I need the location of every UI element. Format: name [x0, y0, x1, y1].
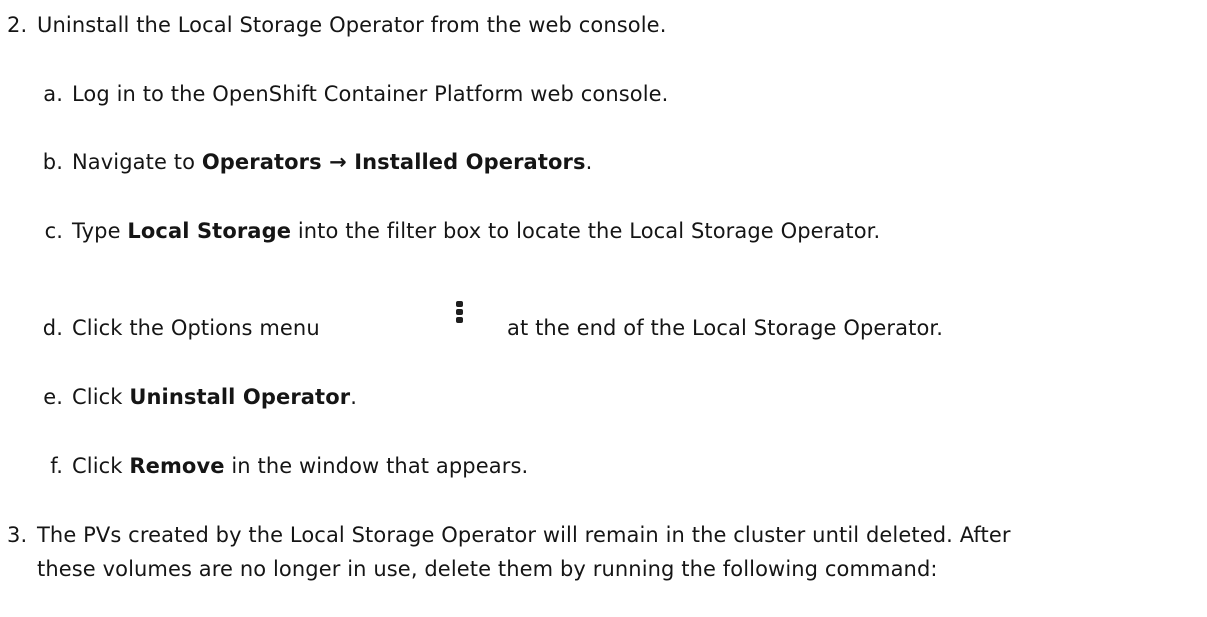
- substep-text-post: into the filter box to locate the Local …: [291, 219, 881, 243]
- substep-letter: a.: [43, 82, 63, 106]
- substep-text-pre: Navigate to: [72, 150, 202, 174]
- step-text-line-2: these volumes are no longer in use, dele…: [37, 557, 938, 581]
- substep-c: c. Type Local Storage into the filter box…: [36, 219, 881, 243]
- substep-d-continued: at the end of the Local Storage Operator…: [507, 318, 943, 339]
- substep-text-pre: Type: [72, 219, 128, 243]
- documentation-steps: 2. Uninstall the Local Storage Operator f…: [0, 0, 1207, 617]
- substep-text: Log in to the OpenShift Container Platfo…: [72, 82, 669, 106]
- step-number: 2.: [7, 13, 28, 37]
- step-text: Uninstall the Local Storage Operator fro…: [37, 13, 667, 37]
- substep-a: a. Log in to the OpenShift Container Plat…: [36, 84, 668, 105]
- substep-text-pre: Click: [72, 385, 130, 409]
- substep-f: f. Click Remove in the window that appear…: [36, 456, 528, 477]
- step-text-line-1: The PVs created by the Local Storage Ope…: [37, 523, 1011, 547]
- substep-e: e. Click Uninstall Operator.: [36, 387, 357, 408]
- menu-path: Operators → Installed Operators: [201, 150, 586, 174]
- substep-text-post: at the end of the Local Storage Operator…: [507, 316, 943, 340]
- substep-letter: d.: [42, 316, 63, 340]
- substep-text-post: .: [585, 150, 593, 174]
- step-2: 2. Uninstall the Local Storage Operator f…: [7, 15, 666, 36]
- step-3: 3. The PVs created by the Local Storage O…: [7, 525, 1011, 546]
- substep-d: d. Click the Options menu: [36, 318, 320, 339]
- substep-letter: b.: [42, 150, 63, 174]
- step-number: 3.: [7, 523, 28, 547]
- substep-text-post: in the window that appears.: [224, 454, 529, 478]
- substep-b: b. Navigate to Operators → Installed Oper…: [36, 152, 592, 173]
- step-3-continued: these volumes are no longer in use, dele…: [37, 559, 938, 580]
- remove-action: Remove: [129, 454, 225, 478]
- substep-letter: c.: [44, 219, 63, 243]
- uninstall-operator-action: Uninstall Operator: [129, 385, 351, 409]
- substep-text-pre: Click the Options menu: [72, 316, 320, 340]
- substep-text-post: .: [350, 385, 357, 409]
- substep-letter: f.: [50, 454, 63, 478]
- filter-term: Local Storage: [127, 219, 292, 243]
- kebab-options-icon: [455, 301, 465, 323]
- substep-letter: e.: [43, 385, 63, 409]
- substep-text-pre: Click: [72, 454, 130, 478]
